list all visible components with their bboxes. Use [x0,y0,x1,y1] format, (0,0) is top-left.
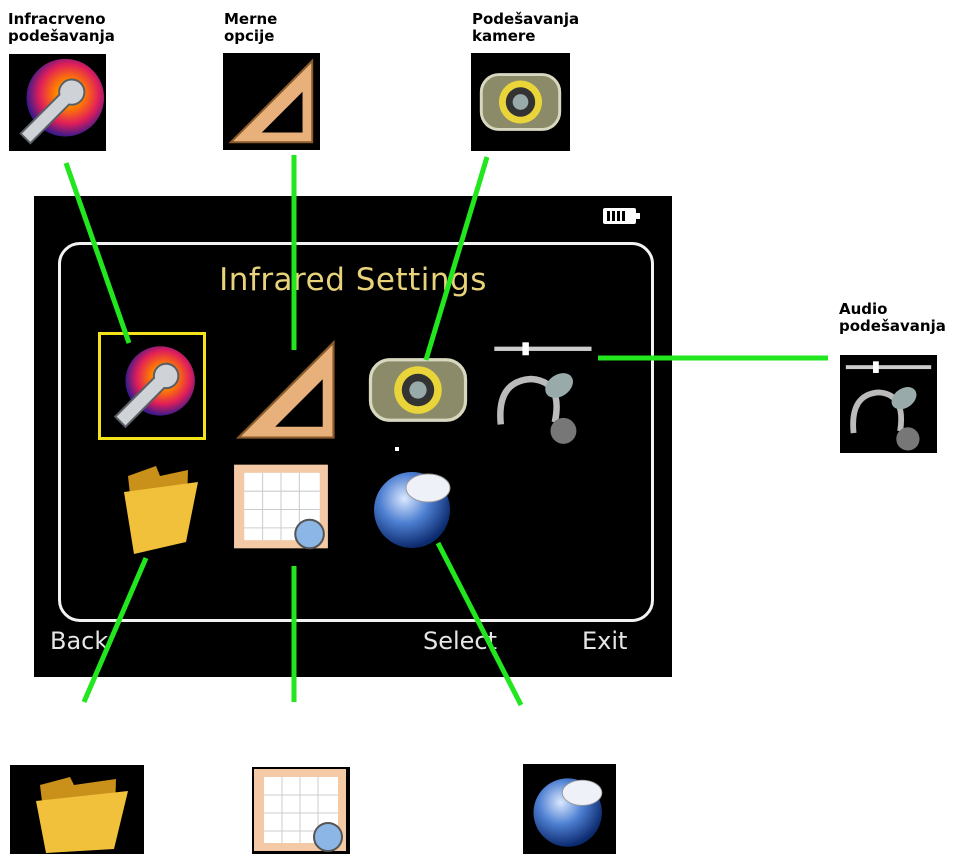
connector-folder [81,557,149,703]
connector-camera [423,156,490,361]
connector-globe [435,541,524,707]
connector-infrared [63,162,132,344]
connector-lines [63,155,828,707]
